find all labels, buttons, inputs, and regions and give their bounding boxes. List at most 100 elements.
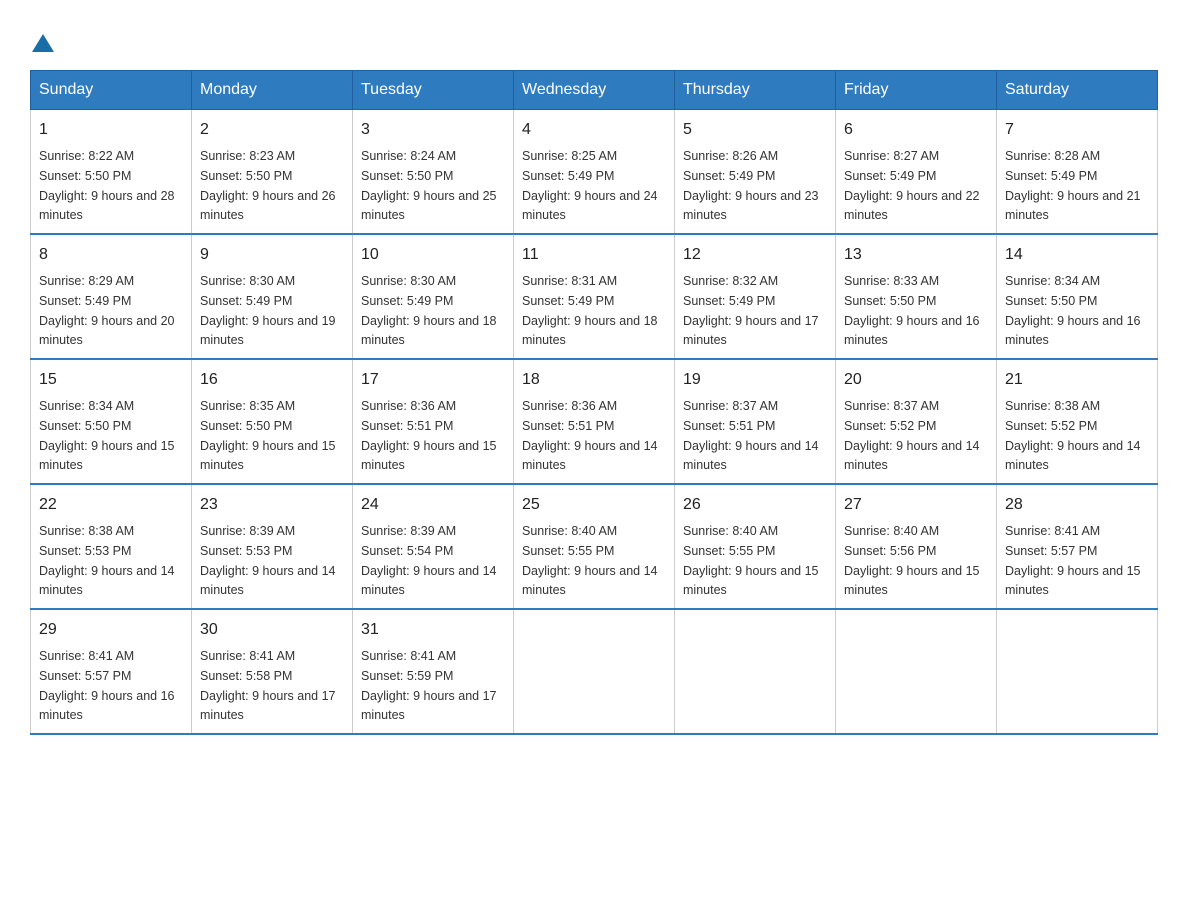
day-daylight: Daylight: 9 hours and 14 minutes (39, 564, 175, 598)
day-daylight: Daylight: 9 hours and 15 minutes (39, 439, 175, 473)
day-daylight: Daylight: 9 hours and 17 minutes (200, 689, 336, 723)
day-daylight: Daylight: 9 hours and 14 minutes (522, 439, 658, 473)
day-sunset: Sunset: 5:57 PM (1005, 544, 1097, 558)
day-daylight: Daylight: 9 hours and 15 minutes (361, 439, 497, 473)
day-number: 8 (39, 243, 183, 267)
day-sunrise: Sunrise: 8:37 AM (844, 399, 939, 413)
day-sunrise: Sunrise: 8:24 AM (361, 149, 456, 163)
calendar-cell: 15 Sunrise: 8:34 AM Sunset: 5:50 PM Dayl… (31, 359, 192, 484)
day-daylight: Daylight: 9 hours and 15 minutes (683, 564, 819, 598)
day-sunrise: Sunrise: 8:41 AM (200, 649, 295, 663)
day-sunrise: Sunrise: 8:41 AM (39, 649, 134, 663)
calendar-cell: 7 Sunrise: 8:28 AM Sunset: 5:49 PM Dayli… (997, 110, 1158, 235)
day-daylight: Daylight: 9 hours and 17 minutes (361, 689, 497, 723)
logo (30, 30, 54, 50)
day-header-tuesday: Tuesday (353, 71, 514, 110)
day-number: 19 (683, 368, 827, 392)
calendar-cell: 22 Sunrise: 8:38 AM Sunset: 5:53 PM Dayl… (31, 484, 192, 609)
day-number: 6 (844, 118, 988, 142)
day-sunset: Sunset: 5:50 PM (39, 419, 131, 433)
calendar-cell: 4 Sunrise: 8:25 AM Sunset: 5:49 PM Dayli… (514, 110, 675, 235)
calendar-body: 1 Sunrise: 8:22 AM Sunset: 5:50 PM Dayli… (31, 110, 1158, 735)
day-sunset: Sunset: 5:49 PM (200, 294, 292, 308)
calendar-cell: 11 Sunrise: 8:31 AM Sunset: 5:49 PM Dayl… (514, 234, 675, 359)
day-sunrise: Sunrise: 8:23 AM (200, 149, 295, 163)
day-sunset: Sunset: 5:52 PM (1005, 419, 1097, 433)
calendar-cell: 3 Sunrise: 8:24 AM Sunset: 5:50 PM Dayli… (353, 110, 514, 235)
day-sunrise: Sunrise: 8:22 AM (39, 149, 134, 163)
calendar-cell: 16 Sunrise: 8:35 AM Sunset: 5:50 PM Dayl… (192, 359, 353, 484)
day-sunrise: Sunrise: 8:26 AM (683, 149, 778, 163)
day-number: 29 (39, 618, 183, 642)
calendar-cell: 1 Sunrise: 8:22 AM Sunset: 5:50 PM Dayli… (31, 110, 192, 235)
day-number: 30 (200, 618, 344, 642)
calendar-cell: 10 Sunrise: 8:30 AM Sunset: 5:49 PM Dayl… (353, 234, 514, 359)
calendar-cell: 5 Sunrise: 8:26 AM Sunset: 5:49 PM Dayli… (675, 110, 836, 235)
calendar-cell: 23 Sunrise: 8:39 AM Sunset: 5:53 PM Dayl… (192, 484, 353, 609)
calendar-cell: 2 Sunrise: 8:23 AM Sunset: 5:50 PM Dayli… (192, 110, 353, 235)
day-number: 24 (361, 493, 505, 517)
day-daylight: Daylight: 9 hours and 24 minutes (522, 189, 658, 223)
day-number: 17 (361, 368, 505, 392)
day-daylight: Daylight: 9 hours and 25 minutes (361, 189, 497, 223)
calendar-cell: 17 Sunrise: 8:36 AM Sunset: 5:51 PM Dayl… (353, 359, 514, 484)
day-sunset: Sunset: 5:52 PM (844, 419, 936, 433)
day-sunset: Sunset: 5:50 PM (844, 294, 936, 308)
calendar-cell: 6 Sunrise: 8:27 AM Sunset: 5:49 PM Dayli… (836, 110, 997, 235)
day-number: 4 (522, 118, 666, 142)
day-sunset: Sunset: 5:49 PM (361, 294, 453, 308)
calendar-cell: 18 Sunrise: 8:36 AM Sunset: 5:51 PM Dayl… (514, 359, 675, 484)
calendar-cell: 29 Sunrise: 8:41 AM Sunset: 5:57 PM Dayl… (31, 609, 192, 734)
calendar-cell: 27 Sunrise: 8:40 AM Sunset: 5:56 PM Dayl… (836, 484, 997, 609)
day-number: 3 (361, 118, 505, 142)
day-sunset: Sunset: 5:56 PM (844, 544, 936, 558)
day-sunset: Sunset: 5:50 PM (39, 169, 131, 183)
day-sunrise: Sunrise: 8:27 AM (844, 149, 939, 163)
day-sunset: Sunset: 5:49 PM (683, 169, 775, 183)
day-sunset: Sunset: 5:59 PM (361, 669, 453, 683)
calendar-cell: 20 Sunrise: 8:37 AM Sunset: 5:52 PM Dayl… (836, 359, 997, 484)
calendar-cell: 31 Sunrise: 8:41 AM Sunset: 5:59 PM Dayl… (353, 609, 514, 734)
day-sunrise: Sunrise: 8:33 AM (844, 274, 939, 288)
day-number: 5 (683, 118, 827, 142)
calendar-cell: 30 Sunrise: 8:41 AM Sunset: 5:58 PM Dayl… (192, 609, 353, 734)
day-daylight: Daylight: 9 hours and 16 minutes (39, 689, 175, 723)
day-sunset: Sunset: 5:49 PM (39, 294, 131, 308)
day-sunset: Sunset: 5:50 PM (1005, 294, 1097, 308)
calendar-cell (514, 609, 675, 734)
day-sunrise: Sunrise: 8:41 AM (1005, 524, 1100, 538)
day-sunrise: Sunrise: 8:37 AM (683, 399, 778, 413)
day-number: 13 (844, 243, 988, 267)
calendar-cell: 13 Sunrise: 8:33 AM Sunset: 5:50 PM Dayl… (836, 234, 997, 359)
day-sunrise: Sunrise: 8:35 AM (200, 399, 295, 413)
calendar-table: SundayMondayTuesdayWednesdayThursdayFrid… (30, 70, 1158, 735)
calendar-week-row: 1 Sunrise: 8:22 AM Sunset: 5:50 PM Dayli… (31, 110, 1158, 235)
day-number: 10 (361, 243, 505, 267)
day-number: 18 (522, 368, 666, 392)
day-number: 28 (1005, 493, 1149, 517)
calendar-header-row: SundayMondayTuesdayWednesdayThursdayFrid… (31, 71, 1158, 110)
day-daylight: Daylight: 9 hours and 16 minutes (1005, 314, 1141, 348)
day-sunset: Sunset: 5:50 PM (200, 419, 292, 433)
day-daylight: Daylight: 9 hours and 14 minutes (683, 439, 819, 473)
day-daylight: Daylight: 9 hours and 21 minutes (1005, 189, 1141, 223)
day-daylight: Daylight: 9 hours and 26 minutes (200, 189, 336, 223)
day-sunrise: Sunrise: 8:34 AM (39, 399, 134, 413)
day-sunset: Sunset: 5:50 PM (361, 169, 453, 183)
day-sunrise: Sunrise: 8:25 AM (522, 149, 617, 163)
day-number: 27 (844, 493, 988, 517)
calendar-cell: 21 Sunrise: 8:38 AM Sunset: 5:52 PM Dayl… (997, 359, 1158, 484)
day-sunrise: Sunrise: 8:39 AM (200, 524, 295, 538)
calendar-week-row: 29 Sunrise: 8:41 AM Sunset: 5:57 PM Dayl… (31, 609, 1158, 734)
day-number: 11 (522, 243, 666, 267)
calendar-week-row: 15 Sunrise: 8:34 AM Sunset: 5:50 PM Dayl… (31, 359, 1158, 484)
day-number: 20 (844, 368, 988, 392)
day-number: 7 (1005, 118, 1149, 142)
day-number: 12 (683, 243, 827, 267)
day-daylight: Daylight: 9 hours and 18 minutes (361, 314, 497, 348)
day-sunset: Sunset: 5:49 PM (522, 294, 614, 308)
calendar-cell: 8 Sunrise: 8:29 AM Sunset: 5:49 PM Dayli… (31, 234, 192, 359)
day-number: 31 (361, 618, 505, 642)
day-number: 25 (522, 493, 666, 517)
day-number: 16 (200, 368, 344, 392)
